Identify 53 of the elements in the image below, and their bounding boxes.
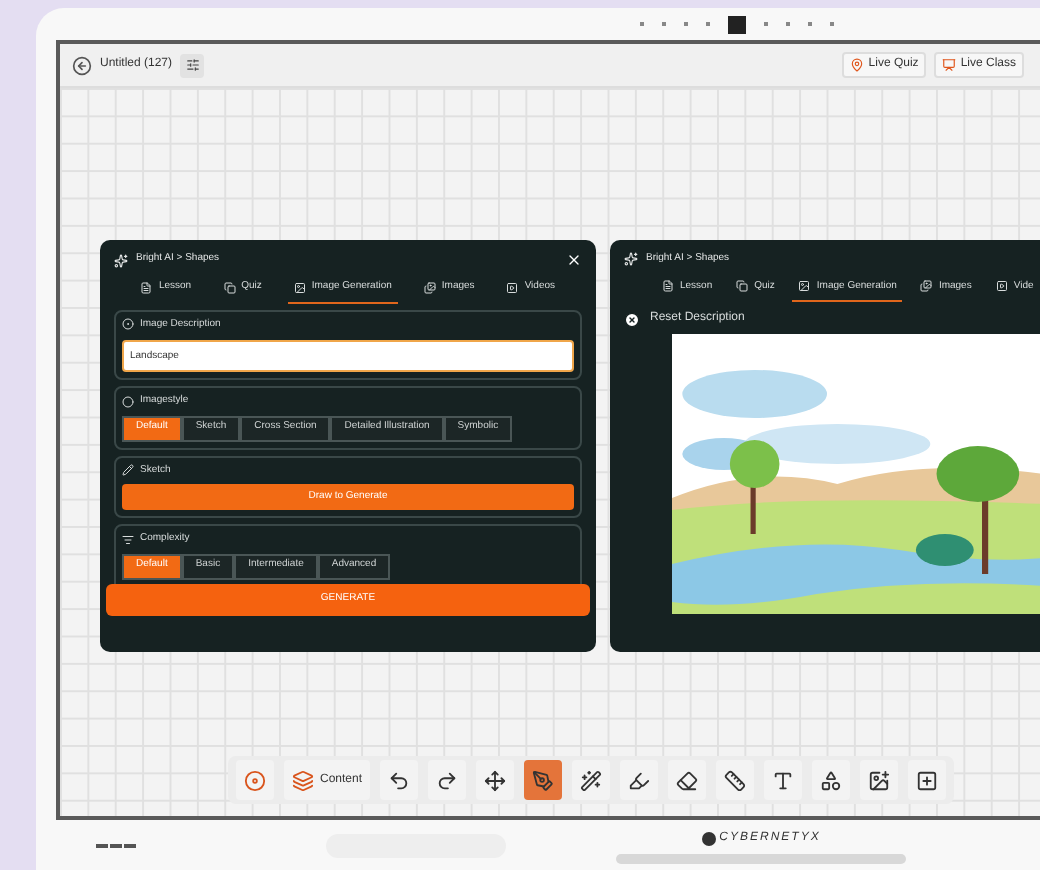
pencil-icon xyxy=(122,464,134,477)
highlighter-tool[interactable] xyxy=(620,760,659,800)
settings-button[interactable] xyxy=(180,53,205,77)
sparkle-icon xyxy=(624,252,638,267)
pin-icon xyxy=(850,58,865,72)
tab-icon xyxy=(223,281,236,294)
move-arrows-icon xyxy=(484,769,507,791)
page-indicator[interactable] xyxy=(728,15,746,33)
redo-icon xyxy=(436,769,459,791)
presentation-icon xyxy=(942,58,957,72)
ruler-icon xyxy=(724,769,747,791)
layers-icon xyxy=(292,769,314,791)
tab-icon xyxy=(920,280,933,293)
sparkle-icon xyxy=(114,253,128,267)
tab-icon xyxy=(736,280,749,293)
wand-icon xyxy=(580,769,603,791)
magic-tool[interactable] xyxy=(572,760,611,800)
highlighter-icon xyxy=(628,769,651,791)
tab-icon xyxy=(995,280,1008,293)
record-tool[interactable] xyxy=(236,760,274,800)
text-tool[interactable] xyxy=(764,760,803,800)
shapes-tool[interactable] xyxy=(812,760,851,800)
select-tool[interactable] xyxy=(476,760,515,800)
tab-icon xyxy=(423,281,436,294)
shapes-icon xyxy=(820,769,843,791)
indicator-dashes xyxy=(96,844,136,848)
list-icon xyxy=(122,533,134,546)
tab-icon xyxy=(662,280,674,293)
style-icon xyxy=(122,395,134,408)
pen-icon xyxy=(532,769,555,791)
eraser-tool[interactable] xyxy=(668,760,707,800)
add-tool[interactable] xyxy=(908,760,947,800)
reset-icon[interactable] xyxy=(624,311,640,327)
text-icon xyxy=(772,769,795,791)
record-icon xyxy=(244,769,266,791)
tab-icon xyxy=(798,280,811,293)
tab-icon xyxy=(293,281,306,294)
brand-logo-icon xyxy=(701,831,716,845)
plus-icon xyxy=(916,769,939,791)
redo-tool[interactable] xyxy=(428,760,467,800)
image-add-icon xyxy=(868,769,891,791)
undo-tool[interactable] xyxy=(380,760,419,800)
pen-tool[interactable] xyxy=(524,760,563,800)
back-icon[interactable] xyxy=(72,55,92,75)
tab-icon xyxy=(140,281,153,294)
tab-icon xyxy=(506,281,519,294)
ruler-tool[interactable] xyxy=(716,760,755,800)
description-icon xyxy=(122,318,134,331)
undo-icon xyxy=(388,769,411,791)
eraser-icon xyxy=(676,769,699,791)
image-tool[interactable] xyxy=(860,760,899,800)
sliders-icon xyxy=(185,58,200,72)
close-icon[interactable] xyxy=(566,252,582,268)
